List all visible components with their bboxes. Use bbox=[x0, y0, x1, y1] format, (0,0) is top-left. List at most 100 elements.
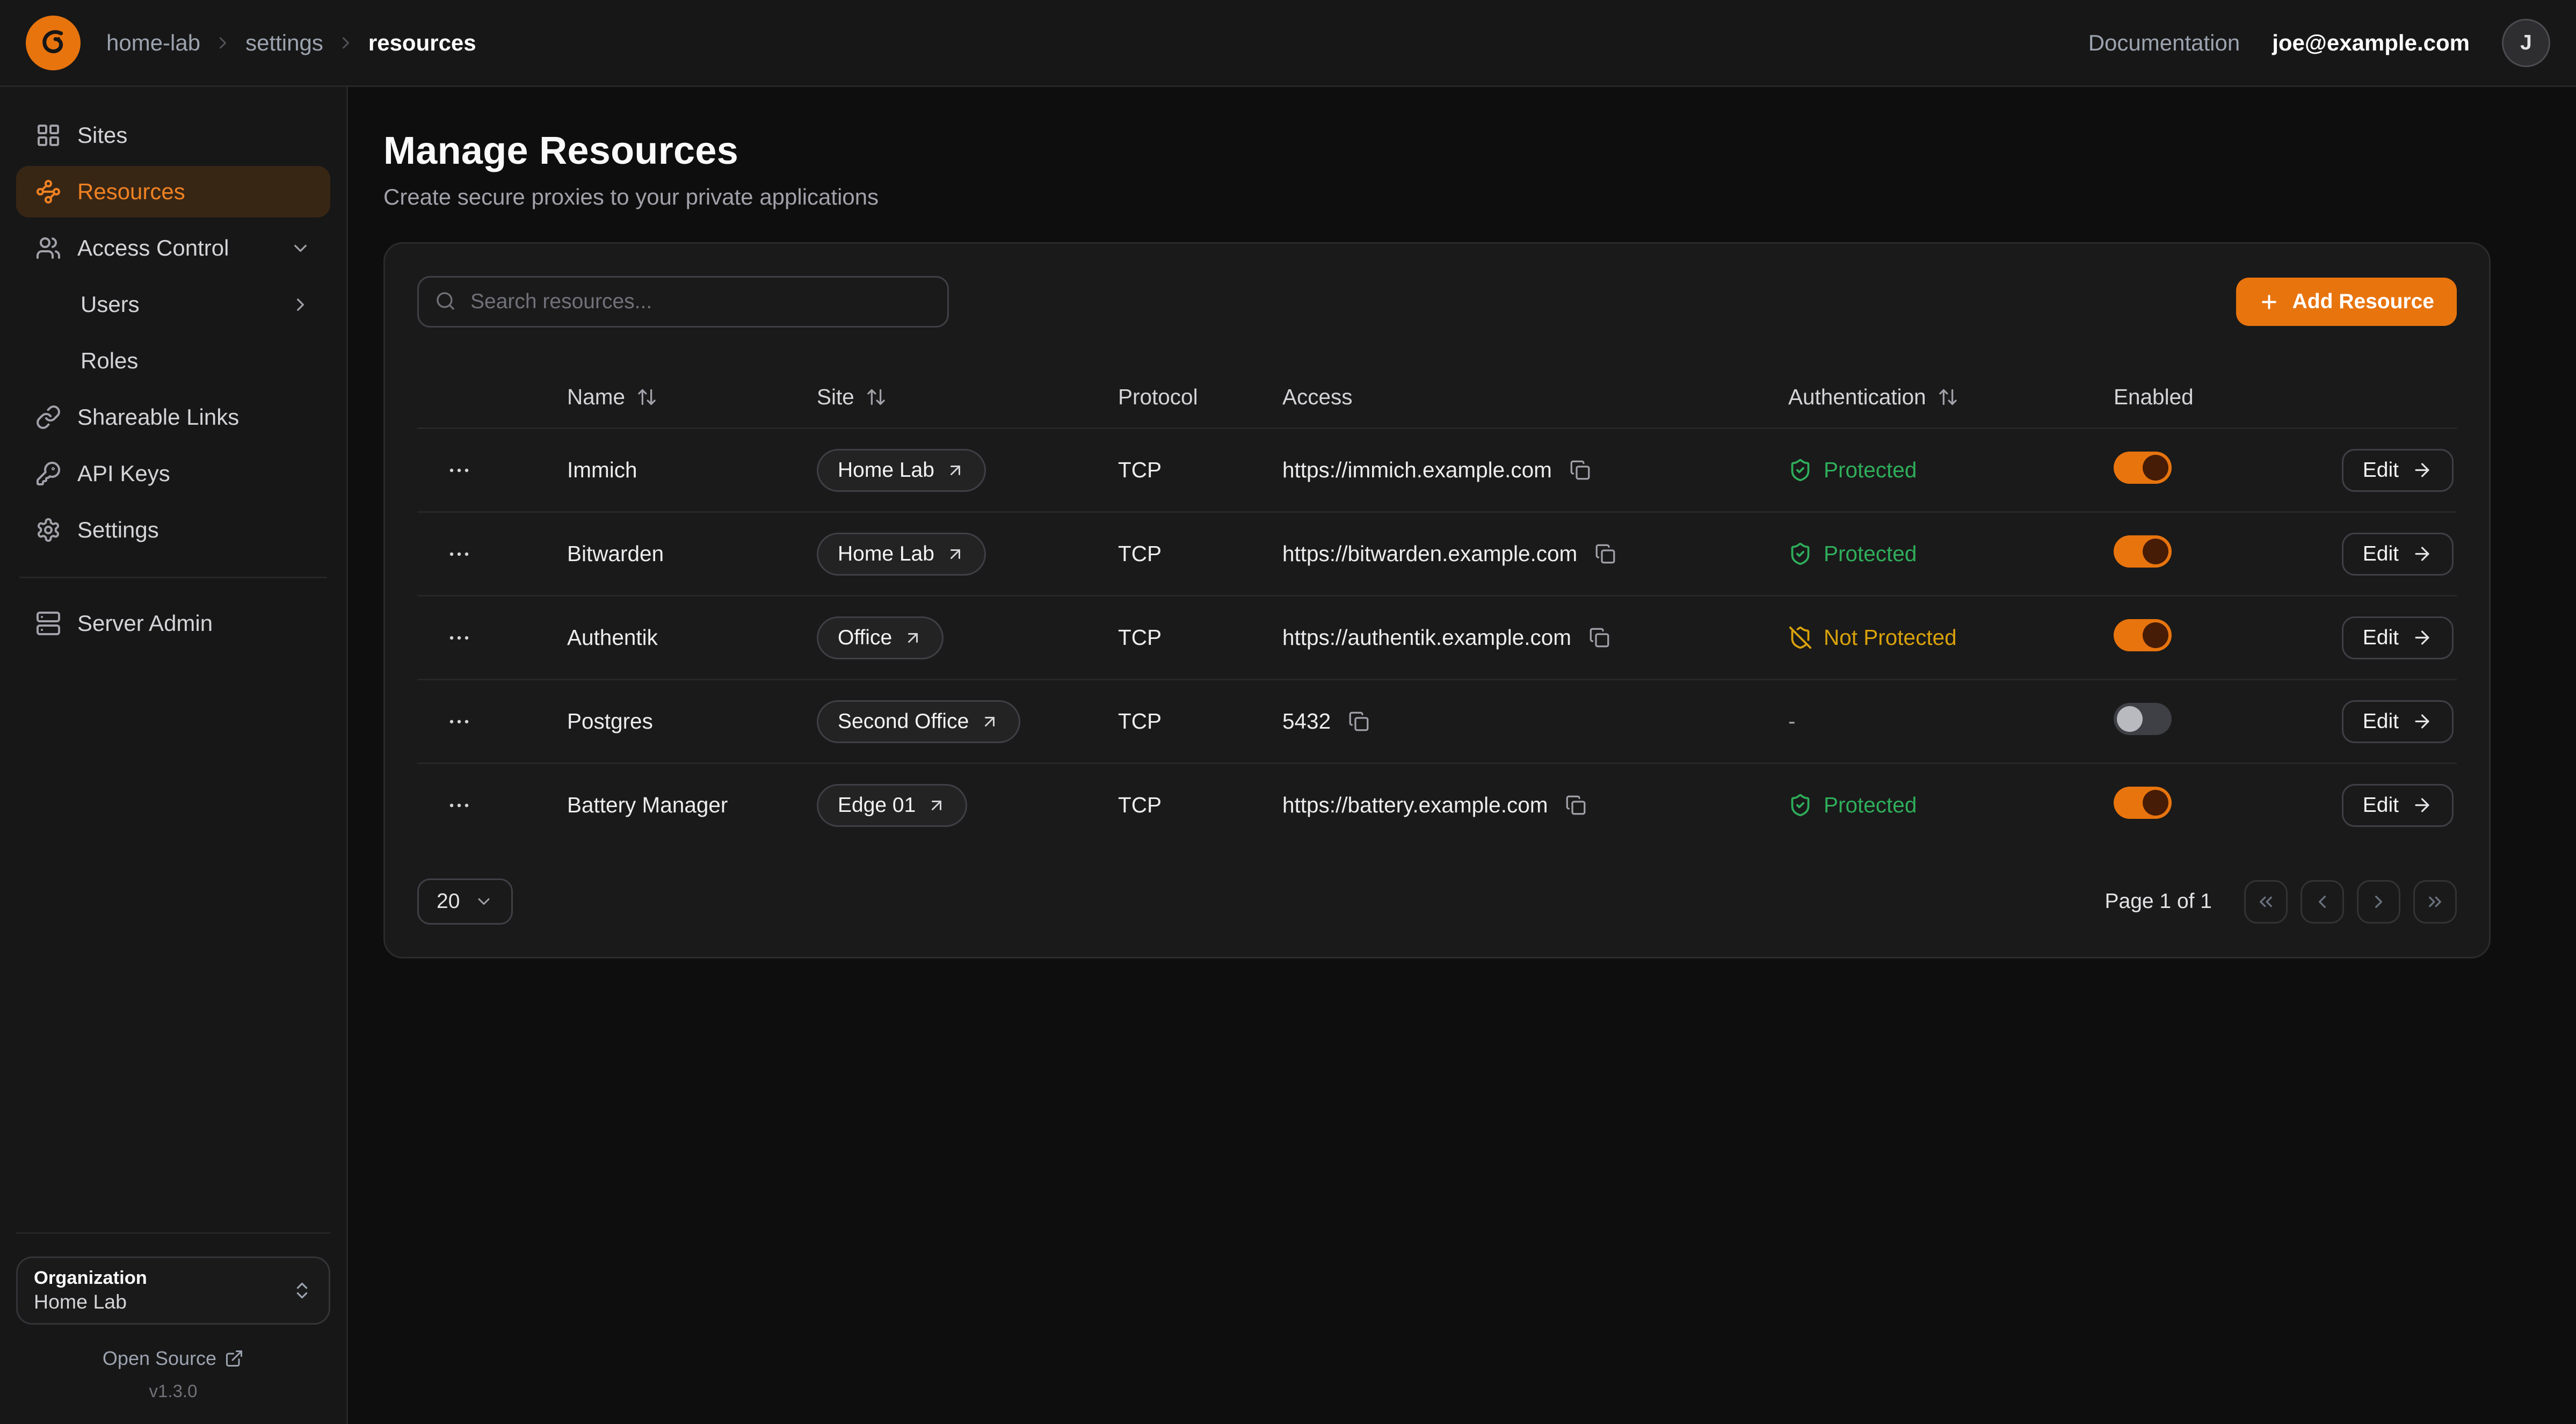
breadcrumb-settings[interactable]: settings bbox=[245, 30, 323, 56]
sidebar-item-access-control[interactable]: Access Control bbox=[16, 222, 330, 274]
plus-icon bbox=[2259, 292, 2280, 313]
row-menu-button[interactable] bbox=[440, 619, 478, 657]
main-content: Manage Resources Create secure proxies t… bbox=[348, 87, 2576, 1424]
chevron-right-icon bbox=[290, 294, 311, 315]
edit-button[interactable]: Edit bbox=[2342, 700, 2454, 743]
user-avatar[interactable]: J bbox=[2502, 19, 2550, 67]
resource-name: Authentik bbox=[567, 625, 817, 650]
sidebar-item-label: Server Admin bbox=[77, 611, 213, 636]
sidebar-item-label: Users bbox=[81, 292, 140, 317]
edit-button-label: Edit bbox=[2363, 794, 2399, 817]
auth-status-label: Protected bbox=[1824, 541, 1917, 566]
ellipsis-icon bbox=[446, 625, 472, 651]
documentation-link[interactable]: Documentation bbox=[2088, 30, 2240, 56]
search-icon bbox=[435, 290, 456, 311]
edit-button-label: Edit bbox=[2363, 542, 2399, 566]
row-menu-button[interactable] bbox=[440, 786, 478, 825]
header-authentication[interactable]: Authentication bbox=[1788, 384, 2114, 410]
edit-button[interactable]: Edit bbox=[2342, 616, 2454, 659]
arrow-up-right-icon bbox=[927, 796, 946, 815]
users-icon bbox=[35, 235, 61, 261]
header-name[interactable]: Name bbox=[567, 384, 817, 410]
auth-status: Protected bbox=[1788, 457, 2114, 483]
site-link-pill[interactable]: Second Office bbox=[817, 700, 1020, 743]
sidebar-item-users[interactable]: Users bbox=[16, 279, 330, 330]
edit-button[interactable]: Edit bbox=[2342, 784, 2454, 827]
table-row: Immich Home Lab TCP https://immich.examp… bbox=[417, 427, 2457, 511]
breadcrumb-org[interactable]: home-lab bbox=[106, 30, 200, 56]
copy-button[interactable] bbox=[1562, 791, 1590, 819]
enabled-toggle[interactable] bbox=[2114, 703, 2172, 735]
site-link-pill[interactable]: Home Lab bbox=[817, 533, 986, 576]
breadcrumb: home-lab settings resources bbox=[106, 30, 476, 56]
site-link-pill[interactable]: Office bbox=[817, 616, 944, 659]
key-icon bbox=[35, 461, 61, 486]
table-row: Postgres Second Office TCP 5432 - Edit bbox=[417, 679, 2457, 762]
arrow-right-icon bbox=[2412, 627, 2433, 648]
enabled-toggle[interactable] bbox=[2114, 452, 2172, 484]
edit-button[interactable]: Edit bbox=[2342, 533, 2454, 576]
page-indicator: Page 1 of 1 bbox=[2105, 890, 2212, 913]
site-link-pill[interactable]: Home Lab bbox=[817, 449, 986, 492]
arrow-right-icon bbox=[2412, 711, 2433, 732]
header-label: Access bbox=[1282, 384, 1353, 410]
app-logo-icon[interactable] bbox=[26, 16, 81, 70]
row-menu-button[interactable] bbox=[440, 451, 478, 490]
row-actions-cell bbox=[417, 619, 567, 657]
ellipsis-icon bbox=[446, 793, 472, 818]
resource-access: 5432 bbox=[1282, 709, 1331, 734]
breadcrumb-current-page: resources bbox=[368, 30, 476, 56]
chevron-down-icon bbox=[290, 238, 311, 259]
enabled-toggle[interactable] bbox=[2114, 535, 2172, 568]
resource-protocol: TCP bbox=[1118, 457, 1282, 483]
site-link-pill[interactable]: Edge 01 bbox=[817, 784, 967, 827]
site-cell: Home Lab bbox=[817, 449, 1118, 492]
last-page-button[interactable] bbox=[2413, 880, 2457, 924]
sidebar-item-api-keys[interactable]: API Keys bbox=[16, 448, 330, 499]
copy-icon bbox=[1570, 460, 1591, 481]
copy-icon bbox=[1595, 543, 1616, 564]
copy-button[interactable] bbox=[1345, 708, 1373, 735]
edit-button-label: Edit bbox=[2363, 459, 2399, 482]
row-actions-cell bbox=[417, 451, 567, 490]
table-row: Authentik Office TCP https://authentik.e… bbox=[417, 595, 2457, 679]
first-page-button[interactable] bbox=[2244, 880, 2288, 924]
site-cell: Office bbox=[817, 616, 1118, 659]
site-pill-label: Office bbox=[838, 626, 892, 650]
row-menu-button[interactable] bbox=[440, 702, 478, 741]
add-resource-button[interactable]: Add Resource bbox=[2236, 278, 2457, 326]
next-page-button[interactable] bbox=[2357, 880, 2400, 924]
copy-button[interactable] bbox=[1592, 540, 1619, 568]
edit-button[interactable]: Edit bbox=[2342, 449, 2454, 492]
organization-texts: Organization Home Lab bbox=[34, 1268, 147, 1313]
open-source-link[interactable]: Open Source bbox=[16, 1347, 330, 1370]
previous-page-button[interactable] bbox=[2301, 880, 2344, 924]
edit-button-label: Edit bbox=[2363, 626, 2399, 650]
sidebar-item-resources[interactable]: Resources bbox=[16, 166, 330, 217]
enabled-toggle[interactable] bbox=[2114, 787, 2172, 819]
chevron-down-icon bbox=[474, 892, 494, 911]
arrow-up-right-icon bbox=[903, 628, 923, 648]
resource-protocol: TCP bbox=[1118, 709, 1282, 734]
sidebar-item-shareable-links[interactable]: Shareable Links bbox=[16, 391, 330, 443]
sidebar-item-sites[interactable]: Sites bbox=[16, 110, 330, 161]
search-input[interactable] bbox=[417, 276, 949, 328]
enabled-toggle[interactable] bbox=[2114, 619, 2172, 651]
shell: Sites Resources Access Control Users bbox=[0, 87, 2576, 1424]
header-protocol: Protocol bbox=[1118, 384, 1282, 410]
header-site[interactable]: Site bbox=[817, 384, 1118, 410]
header-label: Site bbox=[817, 384, 854, 410]
copy-button[interactable] bbox=[1586, 624, 1613, 651]
copy-button[interactable] bbox=[1566, 456, 1594, 484]
sidebar-item-settings[interactable]: Settings bbox=[16, 504, 330, 556]
organization-selector[interactable]: Organization Home Lab bbox=[16, 1256, 330, 1325]
row-menu-button[interactable] bbox=[440, 535, 478, 573]
page-subtitle: Create secure proxies to your private ap… bbox=[383, 184, 2491, 210]
resource-name: Postgres bbox=[567, 709, 817, 734]
resource-name: Bitwarden bbox=[567, 541, 817, 566]
header-label: Protocol bbox=[1118, 384, 1198, 410]
sidebar-item-server-admin[interactable]: Server Admin bbox=[16, 598, 330, 649]
page-size-select[interactable]: 20 bbox=[417, 878, 513, 925]
sidebar-item-roles[interactable]: Roles bbox=[16, 335, 330, 387]
pagination: 20 Page 1 of 1 bbox=[417, 878, 2457, 925]
